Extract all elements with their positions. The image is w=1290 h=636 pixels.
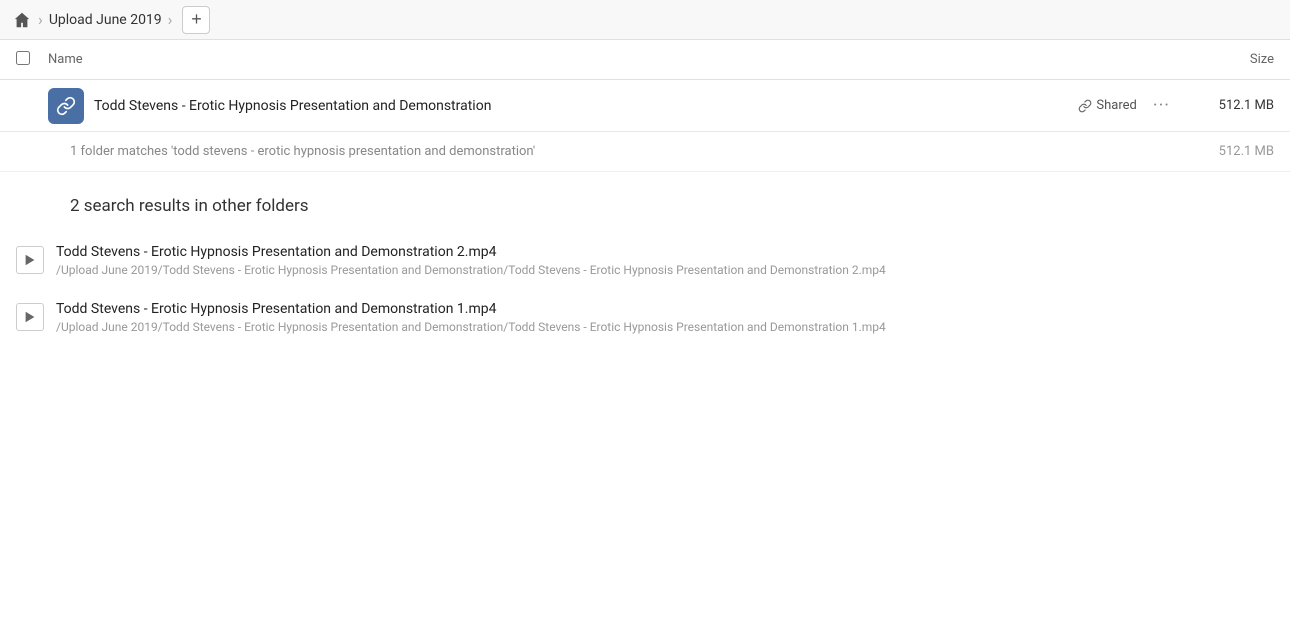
breadcrumb-folder[interactable]: Upload June 2019	[49, 12, 162, 28]
video-icon	[16, 303, 44, 331]
folder-name: Todd Stevens - Erotic Hypnosis Presentat…	[94, 98, 1078, 114]
shared-badge: Shared	[1078, 98, 1136, 113]
select-all-checkbox[interactable]	[16, 51, 40, 69]
video-icon	[16, 246, 44, 274]
result-info: Todd Stevens - Erotic Hypnosis Presentat…	[56, 301, 886, 334]
folder-actions: Shared ···	[1078, 91, 1174, 120]
add-button[interactable]: +	[182, 6, 210, 34]
result-item[interactable]: Todd Stevens - Erotic Hypnosis Presentat…	[0, 289, 1290, 346]
more-options-button[interactable]: ···	[1149, 91, 1174, 120]
result-filename: Todd Stevens - Erotic Hypnosis Presentat…	[56, 244, 886, 260]
shared-label: Shared	[1096, 98, 1136, 113]
link-small-icon	[1078, 99, 1092, 113]
result-path: /Upload June 2019/Todd Stevens - Erotic …	[56, 263, 886, 277]
play-icon	[23, 310, 37, 324]
home-icon[interactable]	[12, 10, 32, 30]
size-column-header: Size	[1174, 52, 1274, 67]
link-icon	[56, 96, 76, 116]
summary-size: 512.1 MB	[1219, 144, 1274, 159]
result-filename: Todd Stevens - Erotic Hypnosis Presentat…	[56, 301, 886, 317]
folder-icon	[48, 88, 84, 124]
select-all-input[interactable]	[16, 51, 30, 65]
breadcrumb-separator: ›	[38, 10, 43, 29]
summary-text: 1 folder matches 'todd stevens - erotic …	[70, 144, 535, 159]
play-icon	[23, 253, 37, 267]
column-headers: Name Size	[0, 40, 1290, 80]
other-folders-header: 2 search results in other folders	[0, 172, 1290, 232]
result-info: Todd Stevens - Erotic Hypnosis Presentat…	[56, 244, 886, 277]
folder-size: 512.1 MB	[1174, 98, 1274, 113]
summary-row: 1 folder matches 'todd stevens - erotic …	[0, 132, 1290, 172]
breadcrumb-bar: › Upload June 2019 › +	[0, 0, 1290, 40]
name-column-header: Name	[48, 52, 1174, 67]
result-path: /Upload June 2019/Todd Stevens - Erotic …	[56, 320, 886, 334]
result-item[interactable]: Todd Stevens - Erotic Hypnosis Presentat…	[0, 232, 1290, 289]
breadcrumb-separator-2: ›	[168, 10, 173, 29]
folder-row[interactable]: Todd Stevens - Erotic Hypnosis Presentat…	[0, 80, 1290, 132]
